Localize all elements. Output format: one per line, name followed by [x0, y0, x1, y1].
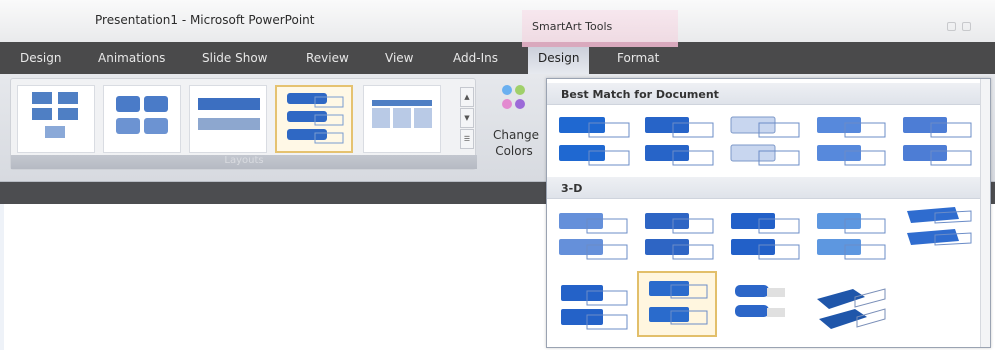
layout-thumbnail[interactable] — [103, 85, 181, 153]
layout-thumbnail[interactable] — [189, 85, 267, 153]
style-option[interactable] — [553, 109, 633, 175]
tab-animations[interactable]: Animations — [98, 51, 165, 65]
change-colors-label: Change — [493, 128, 539, 142]
style-option[interactable] — [897, 203, 977, 269]
layout-thumbnail[interactable] — [363, 85, 441, 153]
style-option[interactable] — [811, 275, 891, 341]
tab-view[interactable]: View — [385, 51, 413, 65]
style-option[interactable] — [725, 109, 805, 175]
scroll-up-icon[interactable]: ▲ — [460, 87, 474, 107]
scroll-down-icon[interactable]: ▼ — [460, 108, 474, 128]
tab-design[interactable]: Design — [20, 51, 61, 65]
minimize-icon[interactable] — [947, 22, 956, 31]
style-option[interactable] — [811, 203, 891, 269]
maximize-icon[interactable] — [962, 22, 971, 31]
layout-thumbnail-selected[interactable] — [275, 85, 353, 153]
section-3d: 3-D — [547, 177, 990, 199]
style-option[interactable] — [553, 203, 633, 269]
style-option[interactable] — [897, 109, 977, 175]
tab-smartart-design[interactable]: Design — [528, 44, 590, 74]
more-icon[interactable]: ☰ — [460, 129, 474, 149]
smartart-tools-header: SmartArt Tools — [522, 10, 678, 42]
style-option[interactable] — [639, 203, 719, 269]
layouts-gallery-scroll: ▲ ▼ ☰ — [460, 87, 474, 151]
color-dots-icon — [502, 85, 525, 109]
layouts-group: ▲ ▼ ☰ Layouts — [10, 78, 477, 170]
section-best-match: Best Match for Document — [547, 83, 990, 105]
dropdown-scrollbar[interactable] — [980, 79, 990, 347]
window-controls — [941, 16, 985, 31]
change-colors-button[interactable]: Change Colors — [484, 78, 544, 170]
layout-thumbnail[interactable] — [17, 85, 95, 153]
layouts-group-label: Layouts — [11, 155, 477, 169]
tab-format[interactable]: Format — [617, 51, 659, 65]
ribbon-tab-bar: Design Animations Slide Show Review View… — [0, 42, 995, 74]
style-option[interactable] — [811, 109, 891, 175]
tab-slide-show[interactable]: Slide Show — [202, 51, 267, 65]
window-title: Presentation1 - Microsoft PowerPoint — [95, 13, 315, 27]
title-bar: Presentation1 - Microsoft PowerPoint Sma… — [0, 0, 995, 42]
style-option-selected[interactable] — [637, 271, 717, 337]
contextual-tab-strip — [522, 42, 678, 47]
change-colors-label-2: Colors — [495, 144, 533, 158]
style-option[interactable] — [725, 203, 805, 269]
tab-review[interactable]: Review — [306, 51, 349, 65]
style-option[interactable] — [639, 109, 719, 175]
style-option[interactable] — [725, 275, 805, 341]
powerpoint-window: Presentation1 - Microsoft PowerPoint Sma… — [0, 0, 995, 350]
style-option[interactable] — [553, 275, 633, 341]
smartart-tools-label: SmartArt Tools — [532, 20, 613, 33]
tab-add-ins[interactable]: Add-Ins — [453, 51, 498, 65]
smartart-styles-dropdown: Best Match for Document 3-D — [546, 78, 991, 348]
